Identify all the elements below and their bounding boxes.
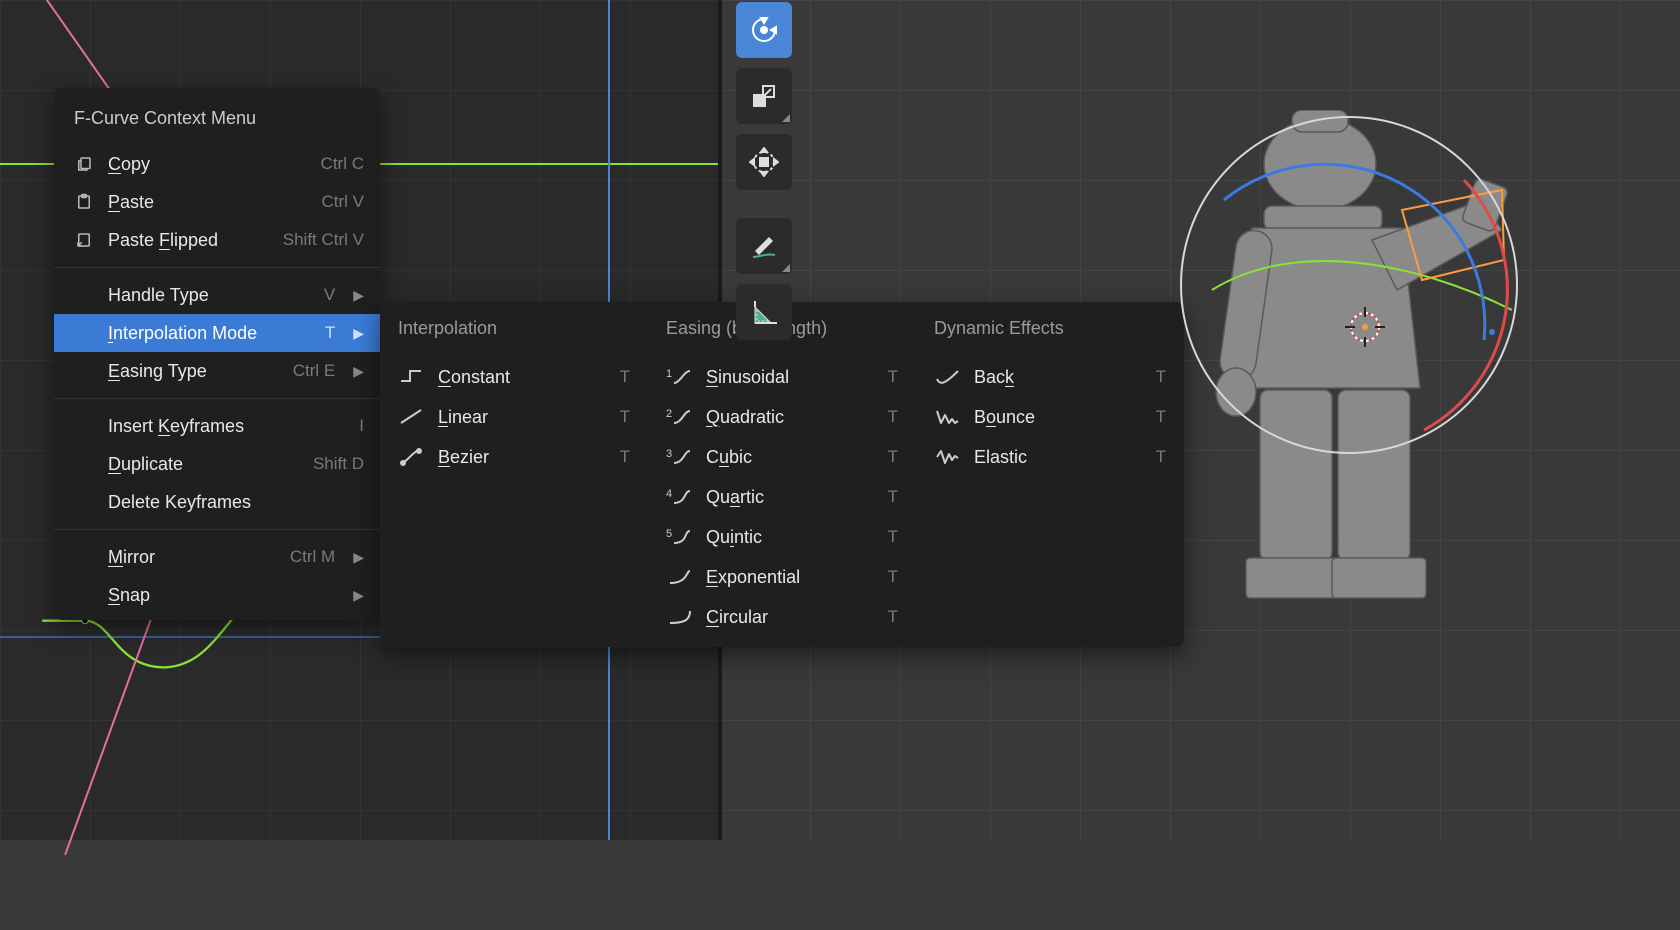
submenu-label: Constant [438,367,510,388]
menu-shortcut: I [359,416,364,436]
menu-label: Paste Flipped [108,230,218,251]
ease-1-icon: 1 [666,367,692,387]
menu-label: Easing Type [108,361,207,382]
cursor-3d-icon [1341,303,1389,351]
submenu-shortcut: T [620,447,630,467]
menu-interpolation-mode[interactable]: Interpolation Mode T ▶ [54,314,380,352]
menu-label: Interpolation Mode [108,323,257,344]
svg-text:3: 3 [666,448,672,460]
menu-shortcut: Ctrl E [293,361,336,381]
context-menu-title: F-Curve Context Menu [54,94,380,145]
viewport-3d[interactable] [722,0,1680,840]
menu-shortcut: T [325,323,335,343]
submenu-label: Linear [438,407,488,428]
interp-bezier[interactable]: Bezier T [380,437,648,477]
menu-shortcut: Shift Ctrl V [283,230,364,250]
menu-label: Mirror [108,547,155,568]
svg-text:1: 1 [666,368,672,380]
menu-label: Insert Keyframes [108,416,244,437]
ease-2-icon: 2 [666,407,692,427]
ease-expo-icon [666,567,692,587]
menu-paste-flipped[interactable]: Paste Flipped Shift Ctrl V [54,221,380,259]
menu-snap[interactable]: Snap ▶ [54,576,380,614]
svg-text:4: 4 [666,488,672,500]
submenu-heading: Interpolation [380,308,648,357]
menu-label: Copy [108,154,150,175]
chevron-right-icon: ▶ [353,587,364,604]
menu-shortcut: Ctrl M [290,547,335,567]
menu-label: Paste [108,192,154,213]
menu-paste[interactable]: Paste Ctrl V [54,183,380,221]
bezier-icon [398,447,424,467]
menu-separator [54,529,380,530]
submenu-label: Bezier [438,447,489,468]
svg-text:5: 5 [666,528,672,540]
menu-label: Duplicate [108,454,183,475]
submenu-col-interpolation: Interpolation Constant T Linear T Bezier… [380,308,648,637]
paste-icon [74,193,94,211]
copy-icon [74,155,94,173]
svg-text:2: 2 [666,408,672,420]
ease-5-icon: 5 [666,527,692,547]
menu-shortcut: Ctrl C [321,154,364,174]
menu-shortcut: Ctrl V [322,192,365,212]
submenu-shortcut: T [620,367,630,387]
menu-label: Handle Type [108,285,209,306]
menu-delete-keyframes[interactable]: Delete Keyframes [54,483,380,521]
menu-handle-type[interactable]: Handle Type V ▶ [54,276,380,314]
chevron-right-icon: ▶ [353,287,364,304]
menu-insert-keyframes[interactable]: Insert Keyframes I [54,407,380,445]
interp-linear[interactable]: Linear T [380,397,648,437]
ease-4-icon: 4 [666,487,692,507]
step-icon [398,367,424,387]
interp-constant[interactable]: Constant T [380,357,648,397]
chevron-right-icon: ▶ [353,363,364,380]
ease-circ-icon [666,607,692,627]
paste-flipped-icon [74,231,94,249]
menu-easing-type[interactable]: Easing Type Ctrl E ▶ [54,352,380,390]
menu-separator [54,267,380,268]
chevron-right-icon: ▶ [353,325,364,342]
menu-shortcut: Shift D [313,454,364,474]
fcurve-context-menu: F-Curve Context Menu Copy Ctrl C Paste C… [54,88,380,620]
rotate-gizmo[interactable] [1174,110,1524,460]
menu-separator [54,398,380,399]
linear-icon [398,407,424,427]
menu-label: Delete Keyframes [108,492,251,513]
menu-shortcut: V [324,285,335,305]
menu-mirror[interactable]: Mirror Ctrl M ▶ [54,538,380,576]
menu-label: Snap [108,585,150,606]
menu-copy[interactable]: Copy Ctrl C [54,145,380,183]
chevron-right-icon: ▶ [353,549,364,566]
ease-3-icon: 3 [666,447,692,467]
submenu-shortcut: T [620,407,630,427]
menu-duplicate[interactable]: Duplicate Shift D [54,445,380,483]
